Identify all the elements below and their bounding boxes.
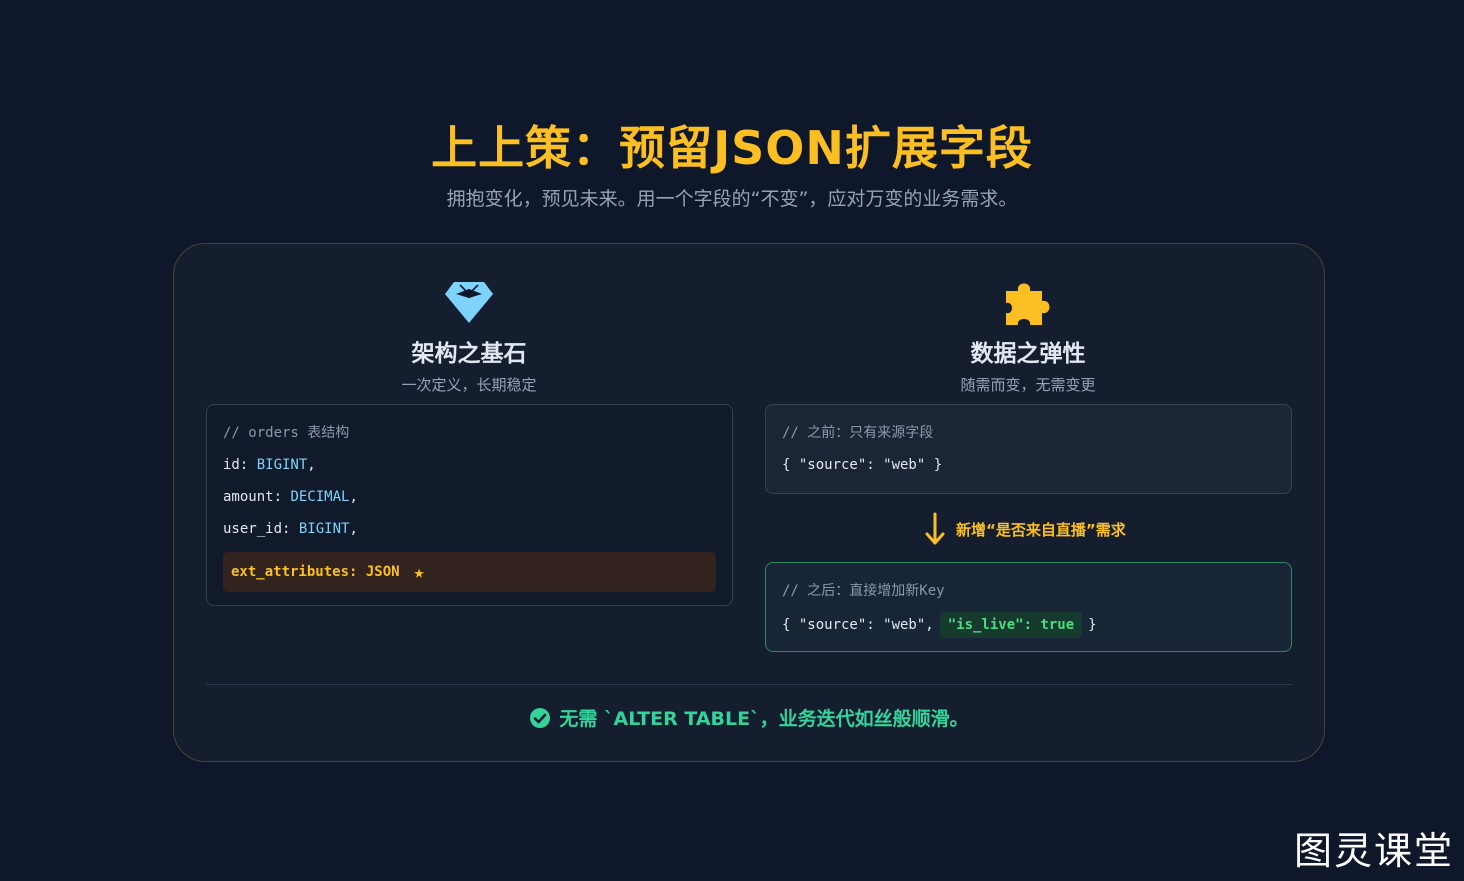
left-header: 架构之基石 一次定义，长期稳定 — [319, 276, 619, 395]
footer-text: 无需 `ALTER TABLE`，业务迭代如丝般顺滑。 — [559, 708, 969, 730]
schema-field: id: BIGINT, — [223, 457, 316, 473]
arrow-down-icon — [925, 512, 945, 545]
page: 上上策：预留JSON扩展字段 拥抱变化，预见未来。用一个字段的“不变”，应对万变… — [0, 0, 1464, 881]
json-field-highlight: ext_attributes: JSON ★ — [223, 552, 716, 592]
schema-code-block: // orders 表结构 id: BIGINT, amount: DECIMA… — [206, 404, 733, 606]
json-field-text: ext_attributes: JSON — [231, 564, 400, 580]
watermark: 图灵课堂 — [1293, 829, 1454, 873]
before-json: { "source": "web" } — [782, 457, 943, 473]
page-title: 上上策：预留JSON扩展字段 — [431, 121, 1033, 175]
after-json: { "source": "web", "is_live": true} — [782, 612, 1275, 644]
left-desc: 一次定义，长期稳定 — [401, 376, 537, 394]
diamond-icon — [445, 282, 493, 323]
transition-label: 新增“是否来自直播”需求 — [956, 520, 1126, 539]
right-desc: 随需而变，无需变更 — [960, 376, 1096, 394]
divider — [206, 684, 1292, 685]
schema-comment: // orders 表结构 — [223, 425, 350, 441]
footer-note: 无需 `ALTER TABLE`，业务迭代如丝般顺滑。 — [174, 704, 1324, 731]
check-circle-icon — [530, 707, 551, 728]
before-comment: // 之前：只有来源字段 — [782, 425, 934, 441]
page-subtitle: 拥抱变化，预见未来。用一个字段的“不变”，应对万变的业务需求。 — [446, 188, 1018, 210]
new-key-chip: "is_live": true — [939, 612, 1083, 638]
after-code-block: // 之后：直接增加新Key { "source": "web", "is_liv… — [765, 562, 1292, 652]
schema-field: amount: DECIMAL, — [223, 489, 358, 505]
star-icon: ★ — [413, 561, 425, 583]
left-title: 架构之基石 — [411, 341, 527, 367]
right-header: 数据之弹性 随需而变，无需变更 — [878, 276, 1178, 395]
schema-field: user_id: BIGINT, — [223, 521, 358, 537]
transition-note: 新增“是否来自直播”需求 — [924, 512, 1126, 546]
before-code-block: // 之前：只有来源字段 { "source": "web" } — [765, 404, 1292, 494]
puzzle-icon — [1006, 283, 1050, 325]
right-title: 数据之弹性 — [970, 341, 1086, 367]
diagram-card: 架构之基石 一次定义，长期稳定 数据之弹性 随需而变，无需变更 // order… — [173, 243, 1325, 762]
after-comment: // 之后：直接增加新Key — [782, 583, 945, 599]
